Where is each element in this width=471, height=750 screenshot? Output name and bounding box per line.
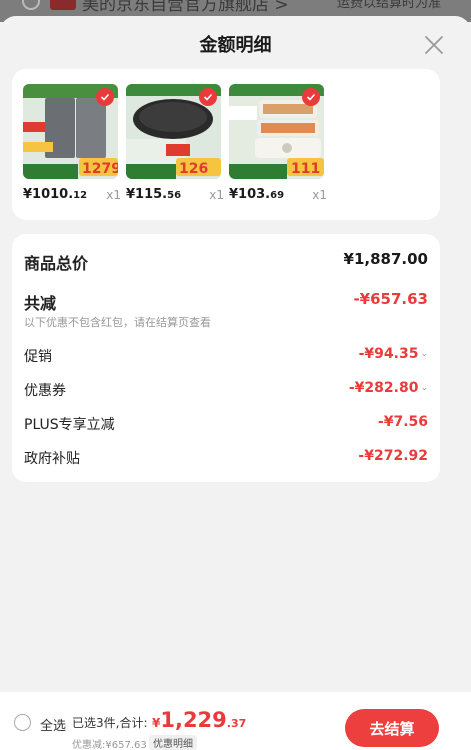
product-item[interactable]: 126 ¥115.56 x1 [126, 84, 224, 202]
sheet-header: 金额明细 [0, 16, 471, 68]
price-decimal: 12 [73, 190, 88, 201]
select-all-radio[interactable] [14, 714, 31, 731]
goods-total-value: ¥1,887.00 [343, 250, 428, 268]
checkout-button[interactable]: 去结算 [345, 709, 439, 747]
price-main: ¥115. [126, 187, 168, 202]
coupon-amount: -¥282.80 [348, 380, 419, 396]
plus-discount-value: -¥7.56 [377, 414, 428, 430]
plus-discount-label: PLUS专享立减 [24, 417, 115, 433]
checkmark-icon[interactable] [199, 88, 217, 106]
price-main: ¥1010. [23, 187, 74, 202]
total-reduction-label: 共减 [24, 294, 57, 313]
price-detail-card: 商品总价 ¥1,887.00 共减 -¥657.63 以下优惠不包含红包，请在结… [12, 234, 440, 482]
price-main: ¥103. [229, 187, 271, 202]
chevron-down-icon[interactable]: ⌄ [420, 383, 428, 393]
product-price: ¥1010.12 [23, 187, 87, 202]
amount-detail-sheet: 金额明细 1279 ¥1010.12 x1 126 ¥115.56 x1 111… [0, 16, 471, 750]
red-packet-note: 以下优惠不包含红包，请在结算页查看 [24, 316, 211, 329]
discount-summary: 优惠减:¥657.63 [72, 740, 147, 750]
total-reduction-value: -¥657.63 [353, 290, 428, 308]
gov-subsidy-label: 政府补贴 [24, 451, 80, 467]
background-shipping-note: 运费以结算时为准 [336, 0, 441, 11]
product-item[interactable]: 1279 ¥1010.12 x1 [23, 84, 121, 202]
product-price: ¥103.69 [229, 187, 284, 202]
gov-subsidy-value: -¥272.92 [358, 448, 428, 464]
background-radio [22, 0, 40, 10]
product-list-card: 1279 ¥1010.12 x1 126 ¥115.56 x1 111 ¥103… [12, 69, 440, 220]
amount-integer: 1,229 [160, 708, 227, 732]
promotion-label: 促销 [24, 349, 52, 365]
product-price: ¥115.56 [126, 187, 181, 202]
total-amount: ¥1,229.37 [152, 708, 246, 732]
product-quantity: x1 [312, 188, 327, 202]
coupon-value[interactable]: -¥282.80 ⌄ [349, 380, 428, 396]
jd-badge [50, 0, 76, 10]
badge-price: 111 [291, 161, 320, 177]
background-shop-name: 美的京东自营官方旗舰店 > [82, 0, 289, 15]
checkout-bar: 全选 已选3件,合计: ¥1,229.37 优惠减:¥657.63 优惠明细 去… [0, 692, 471, 750]
product-quantity: x1 [209, 188, 224, 202]
discount-detail-link[interactable]: 优惠明细 [149, 735, 197, 750]
promotion-value[interactable]: -¥94.35 ⌄ [359, 346, 428, 362]
close-icon[interactable] [423, 34, 445, 56]
price-decimal: 69 [270, 190, 285, 201]
product-thumbnail[interactable]: 126 [126, 84, 221, 179]
product-thumbnail[interactable]: 1279 [23, 84, 118, 179]
promotion-amount: -¥94.35 [358, 346, 419, 362]
selected-summary: 已选3件,合计: [72, 716, 148, 730]
sheet-title: 金额明细 [199, 35, 272, 56]
checkmark-icon[interactable] [302, 88, 320, 106]
chevron-down-icon[interactable]: ⌄ [420, 349, 428, 359]
goods-total-label: 商品总价 [24, 254, 89, 273]
price-decimal: 56 [167, 190, 182, 201]
badge-price: 1279 [82, 161, 118, 177]
product-quantity: x1 [106, 188, 121, 202]
badge-price: 126 [179, 161, 208, 177]
amount-decimal: .37 [226, 717, 247, 730]
product-item[interactable]: 111 ¥103.69 x1 [229, 84, 327, 202]
product-thumbnail[interactable]: 111 [229, 84, 324, 179]
coupon-label: 优惠券 [24, 383, 66, 399]
checkmark-icon[interactable] [96, 88, 114, 106]
select-all-label[interactable]: 全选 [40, 715, 66, 734]
